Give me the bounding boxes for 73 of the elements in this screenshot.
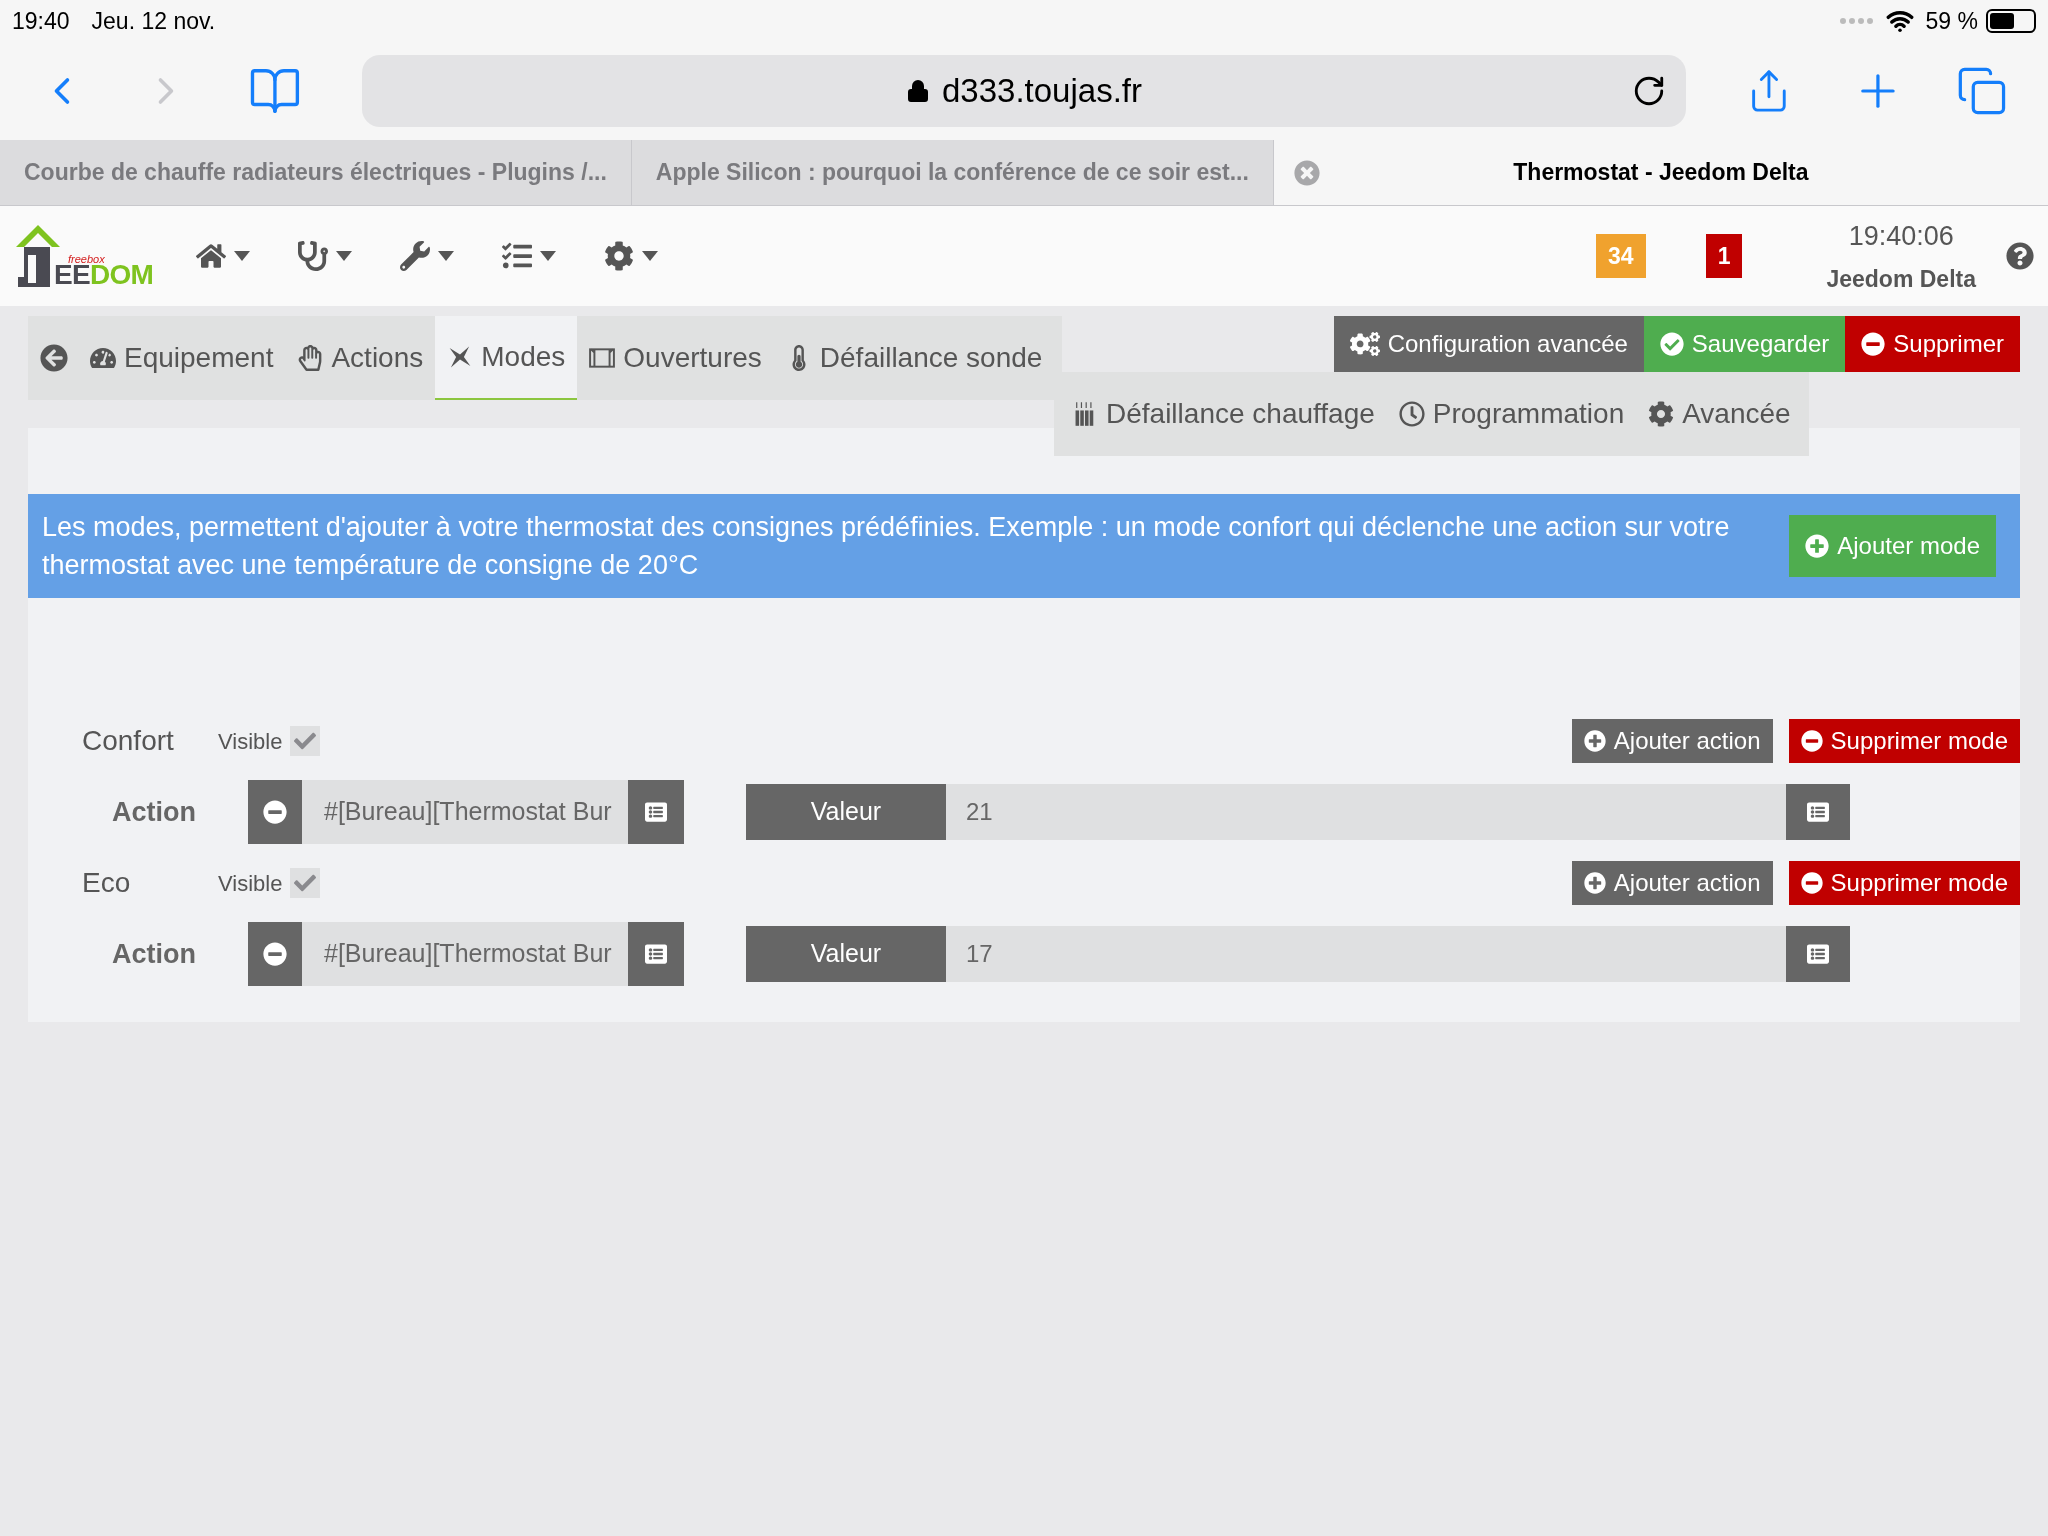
caret-icon (336, 251, 352, 261)
action-label: Action (112, 795, 196, 829)
info-text: Les modes, permettent d'ajouter à votre thermostat des consignes prédéfinies. Exemple : un mode confort qui déclenche une action sur votre thermostat avec une température de consigne de 20°C (42, 511, 1731, 582)
caret-icon (234, 251, 250, 261)
visible-label: Visible (218, 727, 283, 756)
delete-mode-button[interactable]: Supprimer mode (1788, 861, 2020, 905)
lock-icon (906, 78, 930, 104)
back-arrow-icon[interactable] (40, 344, 68, 372)
tab[interactable]: Ouvertures (577, 316, 774, 400)
list-icon (1807, 943, 1829, 965)
tab[interactable]: Avancée (1636, 372, 1803, 456)
checklist-icon (502, 241, 532, 271)
value-label: Valeur (746, 926, 946, 982)
value-field[interactable]: 21 (946, 784, 1786, 840)
tab[interactable]: Actions (285, 316, 436, 400)
list-icon (1807, 801, 1829, 823)
value-label: Valeur (746, 784, 946, 840)
notification-badge[interactable]: 1 (1705, 234, 1743, 278)
delete-mode-button[interactable]: Supprimer mode (1788, 719, 2020, 763)
status-time: 19:40 (12, 6, 70, 36)
action-label: Action (112, 937, 196, 971)
add-action-button[interactable]: Ajouter action (1571, 719, 1773, 763)
clock: 19:40:06 (1848, 219, 1954, 253)
stethoscope-icon (298, 241, 328, 271)
jeedom-logo: freebox EEDOM (14, 221, 152, 291)
mode-name: Eco (81, 866, 132, 900)
tab[interactable]: Défaillance chauffage (1060, 372, 1387, 456)
caret-icon (642, 251, 658, 261)
gears-icon (1349, 331, 1380, 357)
wrench-icon (400, 241, 430, 271)
list-icon (645, 943, 667, 965)
select-command-button[interactable] (628, 922, 684, 986)
hand-icon (297, 345, 324, 371)
check-icon (294, 730, 317, 752)
tab[interactable]: Modes (435, 316, 578, 400)
tab[interactable]: Défaillance sonde (773, 316, 1055, 400)
visible-checkbox[interactable] (290, 868, 321, 898)
select-value-button[interactable] (1786, 926, 1850, 982)
clock-icon (1398, 401, 1425, 427)
remove-button[interactable] (248, 922, 302, 986)
battery-percent: 59 % (1925, 6, 1978, 36)
window-frame-icon (589, 345, 616, 371)
tab[interactable]: Programmation (1386, 372, 1637, 456)
battery-icon (1986, 9, 2036, 33)
caret-icon (438, 251, 454, 261)
help-icon[interactable] (2006, 242, 2034, 270)
browser-tab[interactable]: Apple Silicon : pourquoi la conférence de ce soir est... (631, 140, 1274, 205)
gear-icon (1648, 401, 1675, 427)
command-field[interactable]: #[Bureau][Thermostat Bur (302, 780, 628, 844)
command-field[interactable]: #[Bureau][Thermostat Bur (302, 922, 628, 986)
visible-label: Visible (218, 869, 283, 898)
check-icon (294, 872, 317, 894)
remove-button[interactable] (248, 780, 302, 844)
toolbar-button[interactable]: Configuration avancée (1333, 316, 1644, 372)
status-date: Jeu. 12 nov. (91, 6, 216, 36)
tabs-icon[interactable] (1956, 65, 2008, 117)
value-field[interactable]: 17 (946, 926, 1786, 982)
mode-name: Confort (81, 724, 175, 758)
signal-dots-icon (1839, 18, 1874, 24)
browser-tab[interactable]: Courbe de chauffe radiateurs électriques - Plugins /... (0, 140, 632, 205)
address-bar[interactable]: d333.toujas.fr (361, 55, 1687, 127)
select-command-button[interactable] (628, 780, 684, 844)
list-icon (645, 801, 667, 823)
add-action-button[interactable]: Ajouter action (1571, 861, 1773, 905)
toolbar-button[interactable]: Supprimer (1845, 316, 2020, 372)
tab[interactable]: Equipement (78, 316, 286, 400)
select-value-button[interactable] (1786, 784, 1850, 840)
gauge-icon (90, 345, 116, 371)
gear-icon (604, 241, 634, 271)
site-name: Jeedom Delta (1826, 265, 1976, 294)
caret-icon (540, 251, 556, 261)
visible-checkbox[interactable] (290, 726, 321, 756)
home-icon (196, 241, 226, 271)
